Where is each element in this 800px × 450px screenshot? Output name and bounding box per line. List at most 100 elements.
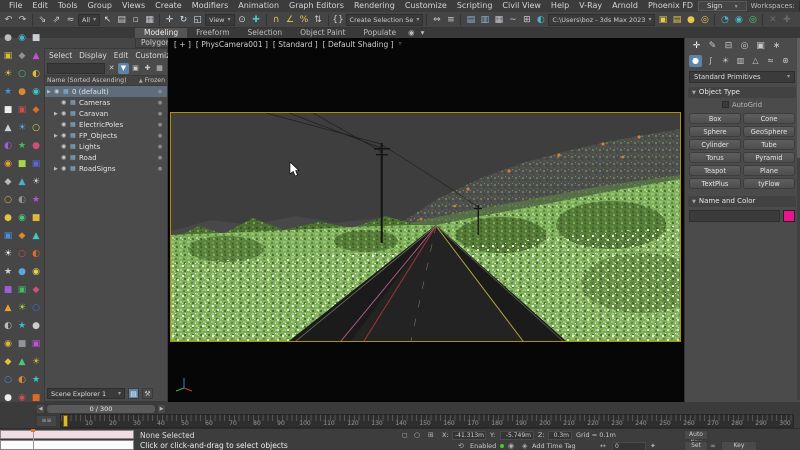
undo-icon[interactable]: ↶ xyxy=(2,13,15,27)
custom-toolbar-icon[interactable]: ▲ xyxy=(33,231,40,241)
custom-toolbar-icon[interactable]: ☀ xyxy=(18,123,26,133)
cameras-tab-icon[interactable]: ▥ xyxy=(734,55,747,67)
custom-toolbar-icon[interactable]: ★ xyxy=(4,87,12,97)
custom-toolbar-icon[interactable]: ★ xyxy=(18,321,26,331)
frozen-dot-icon[interactable]: ● xyxy=(155,144,165,150)
menu-customize[interactable]: Customize xyxy=(400,0,452,12)
current-frame-field[interactable]: 0 xyxy=(612,442,646,450)
filter-icon[interactable]: ▼ xyxy=(118,62,129,74)
project-folder-dropdown[interactable]: C:\Users\boz - 3ds Max 2023 ▾ xyxy=(548,13,656,26)
select-and-scale-icon[interactable]: ◱ xyxy=(191,13,204,27)
expand-arrow-icon[interactable]: ▶ xyxy=(54,111,61,117)
select-and-manipulate-icon[interactable]: ✚ xyxy=(250,13,263,27)
frozen-dot-icon[interactable]: ● xyxy=(155,166,165,172)
custom-toolbar-icon[interactable]: ★ xyxy=(32,195,40,205)
menu-phoenix-fd[interactable]: Phoenix FD xyxy=(643,0,698,12)
scene-explorer-header[interactable]: Name (Sorted Ascending) ▲ Frozen xyxy=(45,75,167,86)
redo-icon[interactable]: ↷ xyxy=(16,13,29,27)
custom-toolbar-icon[interactable]: ▲ xyxy=(19,177,26,187)
custom-toolbar-icon[interactable]: ◉ xyxy=(32,267,40,277)
named-selection-set-field[interactable]: Create Selection Se ▾ xyxy=(345,13,424,26)
shapes-tab-icon[interactable]: ∫ xyxy=(704,55,717,67)
custom-toolbar-icon[interactable]: ◐ xyxy=(18,195,26,205)
unlink-selection-icon[interactable]: ⇗ xyxy=(50,13,63,27)
custom-toolbar-icon[interactable]: ■ xyxy=(4,105,13,115)
frozen-dot-icon[interactable]: ● xyxy=(155,133,165,139)
menu-group[interactable]: Group xyxy=(83,0,117,12)
custom-toolbar-icon[interactable]: ★ xyxy=(32,375,40,385)
y-coordinate-field[interactable]: -5.749m xyxy=(500,431,534,440)
custom-toolbar-icon[interactable]: ▣ xyxy=(32,339,41,349)
custom-toolbar-icon[interactable]: ▣ xyxy=(18,105,27,115)
custom-toolbar-icon[interactable]: ◉ xyxy=(4,339,12,349)
name-column-header[interactable]: Name (Sorted Ascending) xyxy=(47,77,139,84)
ribbon-collapse-icon[interactable]: ▾ xyxy=(418,28,428,38)
custom-toolbar-icon[interactable]: ★ xyxy=(18,141,26,151)
systems-tab-icon[interactable]: ⊛ xyxy=(779,55,792,67)
binoculars-icon[interactable]: ∞ xyxy=(710,442,716,450)
animation-toggle-icon[interactable]: ⟲ xyxy=(458,442,464,450)
visibility-eye-icon[interactable]: ◉ xyxy=(61,121,70,128)
render-view-icon[interactable]: ◎ xyxy=(746,13,759,27)
percent-snap-icon[interactable]: % xyxy=(298,13,311,27)
visibility-eye-icon[interactable]: ◉ xyxy=(61,154,70,161)
add-layer-icon[interactable]: ✚ xyxy=(142,63,153,74)
custom-toolbar-icon[interactable]: ◆ xyxy=(33,285,40,295)
ribbon-tab-freeform[interactable]: Freeform xyxy=(187,28,238,38)
custom-toolbar-icon[interactable]: ○ xyxy=(4,195,12,205)
frozen-dot-icon[interactable]: ● xyxy=(155,111,165,117)
selection-filter-dropdown[interactable]: All ▾ xyxy=(78,13,101,26)
viewport[interactable]: [ + ] [ PhysCamera001 ] [ Standard ] [ Defa… xyxy=(168,38,701,402)
custom-toolbar-icon[interactable]: ▣ xyxy=(4,231,13,241)
isolate-selection-toggle-icon[interactable]: ◻ xyxy=(402,431,408,439)
custom-toolbar-icon[interactable]: ◉ xyxy=(4,159,12,169)
rectangular-selection-region-icon[interactable]: ▫ xyxy=(129,13,142,27)
custom-toolbar-icon[interactable]: ○ xyxy=(32,303,40,313)
object-type-rollout-header[interactable]: ▼ Object Type xyxy=(688,87,796,98)
frozen-dot-icon[interactable]: ● xyxy=(155,122,165,128)
reference-coordinate-dropdown[interactable]: View ▾ xyxy=(205,13,235,26)
viewport-label-segment-3[interactable]: [ Default Shading ] xyxy=(323,40,394,49)
render-setup-icon[interactable]: ▣ xyxy=(656,13,669,27)
custom-toolbar-icon[interactable]: ○ xyxy=(32,123,40,133)
mini-curve-editor-button[interactable]: ≡≡ xyxy=(36,415,57,427)
set-key-button[interactable]: Set Key xyxy=(684,441,708,450)
create-tube-button[interactable]: Tube xyxy=(743,139,795,150)
explorer-menu-display[interactable]: Display xyxy=(79,51,107,60)
menu-file[interactable]: File xyxy=(4,0,27,12)
custom-toolbar-icon[interactable]: ☀ xyxy=(4,69,12,79)
expand-arrow-icon[interactable]: ▶ xyxy=(54,133,61,139)
frozen-dot-icon[interactable]: ● xyxy=(155,100,165,106)
menu-arnold[interactable]: Arnold xyxy=(607,0,643,12)
explorer-menu-edit[interactable]: Edit xyxy=(114,51,129,60)
ribbon-help-icon[interactable]: ◉ xyxy=(405,28,418,38)
custom-toolbar-icon[interactable]: ◆ xyxy=(5,177,12,187)
viewport-scene[interactable] xyxy=(171,112,701,342)
create-tyflow-button[interactable]: tyFlow xyxy=(743,178,795,189)
lock-explorer-icon[interactable]: ▣ xyxy=(130,63,141,74)
create-teapot-button[interactable]: Teapot xyxy=(689,165,741,176)
custom-toolbar-icon[interactable]: ◐ xyxy=(4,141,12,151)
create-cylinder-button[interactable]: Cylinder xyxy=(689,139,741,150)
spinner-snap-icon[interactable]: ⇅ xyxy=(312,13,325,27)
render-in-cloud-icon[interactable]: ◔ xyxy=(718,13,731,27)
menu-tools[interactable]: Tools xyxy=(53,0,83,12)
info-icon[interactable]: ◉ xyxy=(508,442,514,450)
custom-toolbar-icon[interactable]: ■ xyxy=(18,339,27,349)
custom-toolbar-icon[interactable]: ◆ xyxy=(5,357,12,367)
select-by-name-icon[interactable]: ▤ xyxy=(115,13,128,27)
motion-tab-icon[interactable]: ◎ xyxy=(739,41,750,51)
visibility-eye-icon[interactable]: ◉ xyxy=(61,132,70,139)
custom-toolbar-icon[interactable]: ▣ xyxy=(32,159,41,169)
menu-rendering[interactable]: Rendering xyxy=(349,0,400,12)
use-pivot-point-icon[interactable]: ⊙ xyxy=(236,13,249,27)
material-editor-icon[interactable]: ◐ xyxy=(534,13,547,27)
ribbon-tab-object-paint[interactable]: Object Paint xyxy=(291,28,354,38)
ribbon-tab-populate[interactable]: Populate xyxy=(354,28,405,38)
select-object-icon[interactable]: ↖ xyxy=(101,13,114,27)
custom-toolbar-icon[interactable]: ◐ xyxy=(32,69,40,79)
viewport-label-segment-1[interactable]: [ PhysCamera001 ] xyxy=(196,40,268,49)
display-tab-icon[interactable]: ▣ xyxy=(755,41,766,51)
curve-editor-icon[interactable]: ~ xyxy=(506,13,519,27)
name-color-rollout-header[interactable]: ▼ Name and Color xyxy=(688,196,796,207)
